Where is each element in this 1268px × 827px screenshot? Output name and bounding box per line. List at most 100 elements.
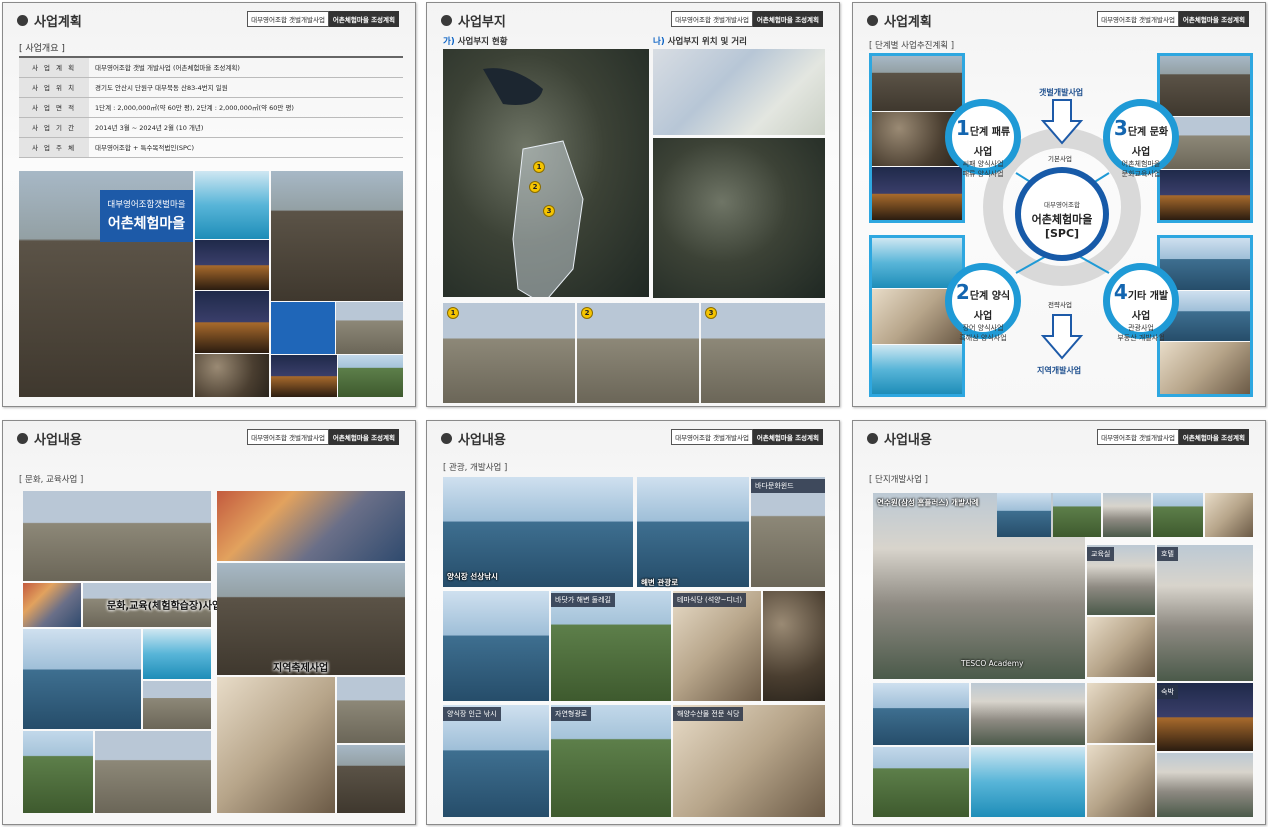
slide-title-text: 사업계획: [34, 15, 82, 30]
caption-hotel: 호텔: [1157, 547, 1178, 561]
photo-resort: [338, 355, 403, 397]
phase1-num: 1: [955, 116, 970, 140]
photo-seafood-restaurant: [673, 705, 825, 817]
bullet-icon: [867, 433, 878, 444]
phase2-num: 2: [955, 280, 970, 304]
pin-2: 2: [529, 181, 541, 193]
banner-line2: 어촌체험마을: [107, 216, 186, 232]
caption-education-room: 교육실: [1087, 547, 1115, 561]
bullet-icon: [441, 433, 452, 444]
caption-sea-world: 바다문화윈드: [751, 479, 825, 493]
slide-title: 사업내용: [17, 429, 82, 448]
map1-key: 가): [443, 37, 455, 47]
phase1-head: 단계 패류사업: [969, 127, 1011, 158]
slide-title-text: 사업부지: [458, 15, 506, 30]
pin-1: 1: [447, 307, 459, 319]
photo-seafood: [763, 591, 825, 701]
section-label: [ 사업개요 ]: [19, 44, 65, 54]
photo-meeting-room: [1087, 683, 1155, 743]
photo-farming: [23, 731, 93, 813]
village-banner: 대부영어조합갯벌마을 어촌체험마을: [100, 190, 193, 242]
photo-blue-panel: [271, 302, 335, 354]
photo-mud-festival: [271, 171, 403, 301]
photo-strip-3: [1103, 493, 1151, 537]
photo-strip-1: [997, 493, 1051, 537]
photo-sea-world: [751, 477, 825, 587]
photo-lecture-hall: [1087, 745, 1155, 817]
phase3-circle: 3단계 문화사업 어촌체험마을 문화교육사업: [1103, 99, 1179, 178]
photo-strip-4: [1153, 493, 1203, 537]
photo-sunset-village: [271, 355, 337, 397]
tag-project: 대부영어조합 갯벌개발사업: [671, 429, 753, 445]
pin-3: 3: [705, 307, 717, 319]
slide-title: 사업내용: [441, 429, 506, 448]
table-row: 사 업 주 체 대부영어조합 + 특수목적법인(SPC): [19, 136, 403, 158]
phase4-body2: 부동산 개발사업: [1117, 334, 1165, 342]
row-value: 대부영어조합 + 특수목적법인(SPC): [89, 136, 403, 158]
tag-project: 대부영어조합 갯벌개발사업: [247, 429, 329, 445]
bullet-icon: [17, 433, 28, 444]
caption-fishing-pier: 양식장 인근 낚시: [443, 707, 501, 721]
phase3-head: 단계 문화사업: [1127, 127, 1169, 158]
center-line2: 어촌체험마을: [1031, 213, 1093, 226]
label-regional-dev: 지역개발사업: [1037, 366, 1082, 375]
photo-beach-walk: [337, 677, 405, 743]
phase4-num: 4: [1113, 280, 1128, 304]
slide-title-text: 사업내용: [34, 433, 82, 448]
tag-plan: 어촌체험마을 조성계획: [328, 429, 399, 445]
slide-tourism-dev: 사업내용 대부영어조합 갯벌개발사업 어촌체험마을 조성계획 [ 관광, 개발사…: [426, 420, 840, 825]
photo-lodging-exterior: [1157, 753, 1253, 817]
pin-1: 1: [533, 161, 545, 173]
section-label: [ 관광, 개발사업 ]: [443, 463, 508, 473]
slide-title: 사업내용: [867, 429, 932, 448]
photo-fish-farm: [443, 591, 549, 701]
satellite-map: 1 2 3: [443, 49, 649, 297]
caption-coastal-trail: 바닷가 해변 둘레길: [551, 593, 615, 607]
row-key: 사 업 위 치: [19, 76, 89, 98]
phase3-body1: 어촌체험마을: [1121, 160, 1161, 168]
section-label: [ 문화, 교육사업 ]: [19, 475, 84, 485]
photo-strip-5: [1205, 493, 1253, 537]
row-value: 경기도 안산시 단원구 대부북동 산83-4번지 일원: [89, 76, 403, 98]
tag-plan: 어촌체험마을 조성계획: [752, 429, 823, 445]
slide-culture-education: 사업내용 대부영어조합 갯벌개발사업 어촌체험마을 조성계획 [ 문화, 교육사…: [2, 420, 416, 825]
banner-line1: 대부영어조합갯벌마을: [107, 200, 186, 210]
table-row: 사 업 기 간 2014년 3월 ~ 2024년 2월 (10 개년): [19, 116, 403, 138]
phase4-head: 기타 개발사업: [1127, 291, 1169, 322]
map1-label: 가) 사업부지 현황: [443, 35, 508, 47]
caption-tesco-academy: TESCO Academy: [961, 659, 1024, 668]
section-label: [ 단지개발사업 ]: [869, 475, 928, 485]
photo-site-1: 1: [443, 303, 575, 403]
center-line1: 대부영어조합: [1044, 201, 1080, 209]
photo-strip-2: [1053, 493, 1101, 537]
phase1-body2: 패류 양식사업: [962, 170, 1004, 178]
row-value: 1단계 : 2,000,000㎡(약 60만 평), 2단계 : 2,000,0…: [89, 96, 403, 118]
tag-plan: 어촌체험마을 조성계획: [1178, 429, 1249, 445]
location-map: [653, 49, 825, 135]
row-value: 대부영어조합 갯벌 개발사업 (어촌체험마을 조성계획): [89, 56, 403, 78]
row-key: 사 업 면 적: [19, 96, 89, 118]
photo-atrium: [971, 747, 1085, 817]
down-arrow-icon: [1040, 314, 1084, 360]
photo-pool-kids: [143, 629, 211, 679]
photo-site-2: 2: [577, 303, 699, 403]
overview-table: 사 업 계 획 대부영어조합 갯벌 개발사업 (어촌체험마을 조성계획) 사 업 …: [19, 56, 403, 158]
phase2-circle: 2단계 양식사업 장어 양식사업 흑해삼 양식사업: [945, 263, 1021, 342]
site-boundary: [483, 68, 584, 297]
caption-training-center: 연수원(삼성 홈플러스) 개발사례: [877, 498, 979, 507]
table-row: 사 업 면 적 1단계 : 2,000,000㎡(약 60만 평), 2단계 : …: [19, 96, 403, 118]
photo-site-3: 3: [701, 303, 825, 403]
label-tidal-dev: 갯벌개발사업: [1039, 88, 1084, 97]
row-key: 사 업 주 체: [19, 136, 89, 158]
table-row: 사 업 계 획 대부영어조합 갯벌 개발사업 (어촌체험마을 조성계획): [19, 56, 403, 78]
photo-courtyard: [971, 683, 1085, 745]
project-tags: 대부영어조합 갯벌개발사업 어촌체험마을 조성계획: [671, 429, 823, 445]
row-value: 2014년 3월 ~ 2024년 2월 (10 개년): [89, 116, 403, 138]
tag-plan: 어촌체험마을 조성계획: [328, 11, 399, 27]
photo-pier-kids: [23, 629, 141, 729]
project-tags: 대부영어조합 갯벌개발사업 어촌체험마을 조성계획: [247, 429, 399, 445]
caption-lodging: 숙박: [1157, 685, 1178, 699]
caption-seafood-restaurant: 해양수산물 전문 식당: [673, 707, 744, 721]
caption-beach-route: 해변 관광로: [641, 578, 679, 587]
down-arrow-icon: [1040, 99, 1084, 145]
